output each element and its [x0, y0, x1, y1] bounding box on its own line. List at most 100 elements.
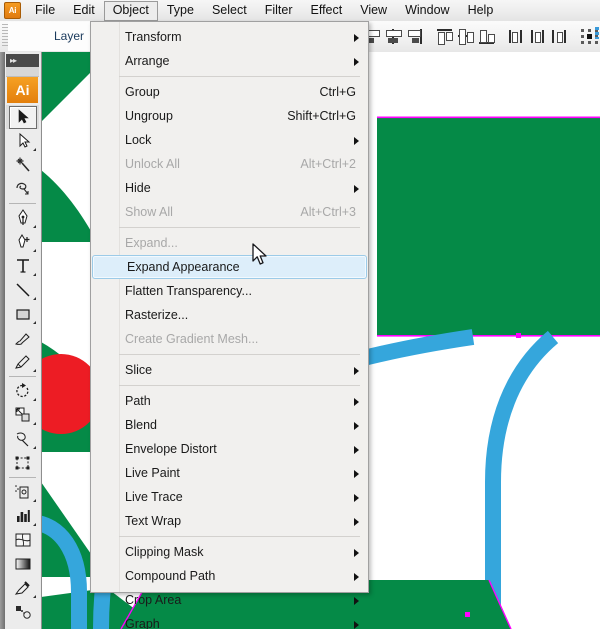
distribute-center-icon[interactable] — [529, 28, 546, 45]
tool-separator — [9, 203, 36, 204]
line-segment-tool[interactable] — [6, 278, 39, 302]
direct-selection-tool[interactable] — [6, 129, 39, 153]
menu-item-shortcut: Alt+Ctrl+2 — [300, 157, 356, 171]
submenu-arrow-icon — [354, 398, 359, 406]
menu-separator — [119, 536, 360, 537]
menu-item-path[interactable]: Path — [91, 389, 368, 413]
menu-item-hide[interactable]: Hide — [91, 176, 368, 200]
gradient-icon — [15, 558, 30, 570]
line-segment-icon — [15, 283, 30, 297]
align-bottom-icon[interactable] — [478, 28, 495, 45]
menu-help[interactable]: Help — [459, 1, 503, 21]
menu-item-arrange[interactable]: Arrange — [91, 49, 368, 73]
menu-effect[interactable]: Effect — [301, 1, 351, 21]
rotate-icon — [15, 383, 28, 398]
menu-item-clipping-mask[interactable]: Clipping Mask — [91, 540, 368, 564]
distribute-left-icon[interactable] — [508, 28, 525, 45]
tool-separator — [9, 477, 36, 478]
submenu-arrow-icon — [354, 549, 359, 557]
tools-panel-titlebar[interactable] — [6, 67, 39, 77]
align-top-icon[interactable] — [436, 28, 453, 45]
menu-filter[interactable]: Filter — [256, 1, 302, 21]
collapse-panel-icon[interactable]: ▸▸ — [6, 54, 39, 67]
align-horizontal-center-icon[interactable] — [385, 28, 402, 45]
pencil-icon — [14, 355, 30, 369]
menu-item-rasterize[interactable]: Rasterize... — [91, 303, 368, 327]
distribute-right-icon[interactable] — [550, 28, 567, 45]
symbol-sprayer-icon — [14, 485, 28, 499]
selection-arrow-icon — [18, 109, 29, 124]
rotate-tool[interactable] — [6, 379, 39, 403]
menu-item-show-all: Show All Alt+Ctrl+3 — [91, 200, 368, 224]
illustrator-window: Ai File Edit Object Type Select Filter E… — [0, 0, 600, 629]
menu-item-graph[interactable]: Graph — [91, 612, 368, 629]
submenu-arrow-icon — [354, 137, 359, 145]
mesh-tool[interactable] — [6, 528, 39, 552]
menu-item-shortcut: Ctrl+G — [319, 85, 356, 99]
submenu-arrow-icon — [354, 573, 359, 581]
menu-item-crop-area[interactable]: Crop Area — [91, 588, 368, 612]
submenu-arrow-icon — [354, 621, 359, 629]
menu-item-slice[interactable]: Slice — [91, 358, 368, 382]
object-menu-dropdown[interactable]: Transform Arrange Group Ctrl+G Ungroup Shift+… — [90, 21, 369, 629]
menu-separator — [119, 354, 360, 355]
submenu-arrow-icon — [354, 185, 359, 193]
rectangle-icon — [15, 309, 30, 320]
symbol-sprayer-tool[interactable] — [6, 480, 39, 504]
menu-item-live-trace[interactable]: Live Trace — [91, 485, 368, 509]
magic-wand-tool[interactable] — [6, 153, 39, 177]
menu-item-live-paint[interactable]: Live Paint — [91, 461, 368, 485]
submenu-arrow-icon — [354, 470, 359, 478]
eyedropper-tool[interactable] — [6, 576, 39, 600]
layer-label: Layer — [54, 29, 85, 43]
menu-item-shortcut: Shift+Ctrl+G — [287, 109, 356, 123]
submenu-arrow-icon — [354, 597, 359, 605]
menu-view[interactable]: View — [351, 1, 396, 21]
menu-item-compound-path[interactable]: Compound Path — [91, 564, 368, 588]
lasso-tool[interactable] — [6, 177, 39, 201]
column-graph-tool[interactable] — [6, 504, 39, 528]
blend-tool[interactable] — [6, 600, 39, 624]
pen-nib-icon — [17, 209, 28, 225]
live-paint-bucket-tool[interactable] — [6, 624, 39, 629]
pen-tool[interactable] — [6, 206, 39, 230]
align-toolbar — [364, 25, 599, 47]
gradient-tool[interactable] — [6, 552, 39, 576]
free-transform-tool[interactable] — [6, 451, 39, 475]
warp-tool[interactable] — [6, 427, 39, 451]
control-bar-overflow-indicator[interactable] — [595, 27, 599, 39]
menu-separator — [119, 76, 360, 77]
menu-item-transform[interactable]: Transform — [91, 25, 368, 49]
menu-object[interactable]: Object — [103, 0, 158, 21]
rectangle-tool[interactable] — [6, 302, 39, 326]
menu-item-text-wrap[interactable]: Text Wrap — [91, 509, 368, 533]
menu-item-create-gradient-mesh: Create Gradient Mesh... — [125, 332, 259, 346]
menu-item-envelope-distort[interactable]: Envelope Distort — [91, 437, 368, 461]
pencil-tool[interactable] — [6, 350, 39, 374]
menu-item-ungroup[interactable]: Ungroup Shift+Ctrl+G — [91, 104, 368, 128]
type-tool[interactable] — [6, 254, 39, 278]
mesh-icon — [15, 533, 30, 547]
distribute-objects-group — [508, 28, 567, 45]
menu-item-blend[interactable]: Blend — [91, 413, 368, 437]
paintbrush-tool[interactable] — [6, 326, 39, 350]
menu-window[interactable]: Window — [396, 1, 458, 21]
menu-type[interactable]: Type — [158, 1, 203, 21]
scale-icon — [15, 407, 29, 422]
menu-item-expand-appearance[interactable]: Expand Appearance — [92, 255, 367, 279]
menu-item-group[interactable]: Group Ctrl+G — [91, 80, 368, 104]
menu-bar: Ai File Edit Object Type Select Filter E… — [0, 0, 600, 22]
selection-tool[interactable] — [6, 105, 39, 129]
align-vertical-center-icon[interactable] — [457, 28, 474, 45]
add-anchor-point-tool[interactable] — [6, 230, 39, 254]
menu-file[interactable]: File — [26, 1, 64, 21]
submenu-arrow-icon — [354, 58, 359, 66]
menu-select[interactable]: Select — [203, 1, 256, 21]
align-right-icon[interactable] — [406, 28, 423, 45]
menu-item-flatten-transparency[interactable]: Flatten Transparency... — [91, 279, 368, 303]
scale-tool[interactable] — [6, 403, 39, 427]
menu-edit[interactable]: Edit — [64, 1, 104, 21]
submenu-arrow-icon — [354, 422, 359, 430]
eyedropper-icon — [14, 581, 30, 595]
menu-item-lock[interactable]: Lock — [91, 128, 368, 152]
